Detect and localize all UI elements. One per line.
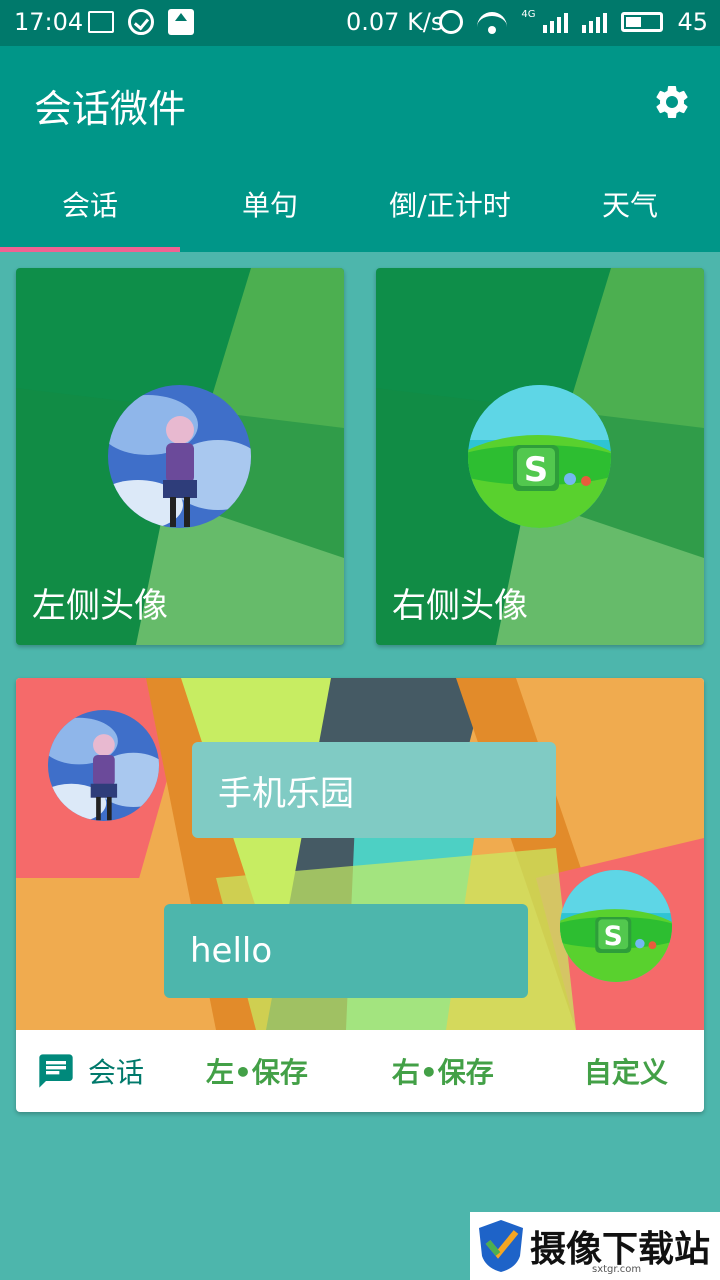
signal-icon-2 [582,11,608,33]
anime-girl-avatar-image [48,710,159,821]
game-logo-avatar-image: S [560,870,672,982]
status-time: 17:04 [14,8,84,36]
watermark-url: sxtgr.com [592,1264,642,1275]
app-title: 会话微件 [34,87,187,131]
right-avatar-card[interactable]: S 右侧头像 [376,268,704,645]
right-save-button[interactable]: 右•保存 [392,1051,494,1091]
site-watermark: 摄像下载站 sxtgr.com [470,1212,720,1280]
widget-action-bar: 会话 左•保存 右•保存 自定义 [16,1030,704,1112]
chat-icon [39,1054,73,1088]
custom-button[interactable]: 自定义 [584,1051,668,1091]
preview-message-right: hello [164,904,528,998]
image-notification-icon [88,11,114,33]
tab-single-sentence[interactable]: 单句 [180,176,360,246]
app-bar: 会话微件 会话 单句 倒/正计时 天气 [0,46,720,252]
left-avatar[interactable] [108,385,251,528]
widget-type-label: 会话 [88,1056,145,1089]
left-save-button[interactable]: 左•保存 [206,1051,308,1091]
network-type: 4G [521,8,536,20]
svg-text:S: S [604,921,623,952]
widget-preview-card: 手机乐园 hello S 会话 左•保存 右•保存 自定义 [16,678,704,1112]
left-avatar-label: 左侧头像 [32,586,168,626]
battery-icon [621,12,664,32]
signal-icon [543,11,569,33]
tab-weather[interactable]: 天气 [540,176,720,246]
shield-logo-icon [479,1220,523,1272]
tab-conversation[interactable]: 会话 [0,176,180,246]
preview-background: 手机乐园 hello S [16,678,704,1030]
gear-icon[interactable] [652,82,692,122]
right-avatar[interactable]: S [468,385,611,528]
battery-level: 45 [677,8,708,36]
anime-girl-avatar-image [108,385,251,528]
tab-indicator [0,247,180,252]
alarm-icon [439,10,464,34]
tab-bar: 会话 单句 倒/正计时 天气 [0,176,720,246]
upload-icon [168,9,194,35]
preview-message-left: 手机乐园 [192,742,556,838]
wifi-icon [477,10,508,34]
tab-countdown[interactable]: 倒/正计时 [360,176,540,246]
svg-text:S: S [524,450,549,490]
network-speed: 0.07 K/s [346,8,444,36]
preview-left-avatar [48,710,159,821]
left-avatar-card[interactable]: 左侧头像 [16,268,344,645]
status-bar: 17:04 0.07 K/s 4G 45 [0,0,720,46]
game-logo-avatar-image: S [468,385,611,528]
preview-right-avatar: S [560,870,672,982]
check-circle-icon [128,9,154,35]
widget-type: 会话 [36,1051,186,1091]
right-avatar-label: 右侧头像 [392,586,528,626]
